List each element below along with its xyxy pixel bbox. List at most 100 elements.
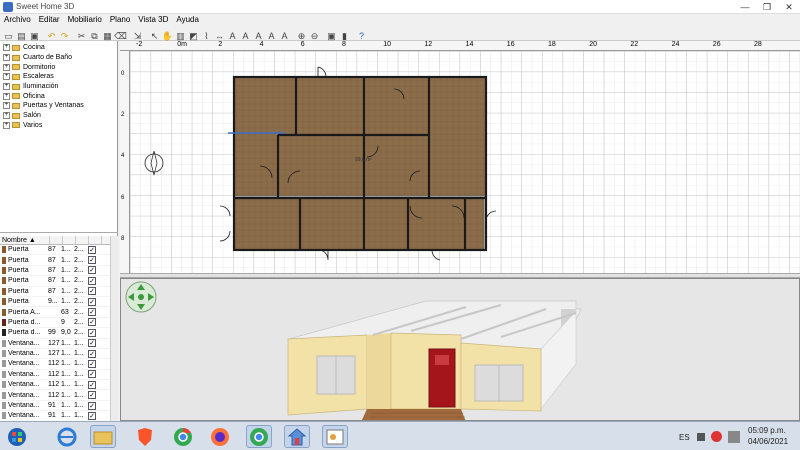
- file-explorer-icon[interactable]: [90, 425, 116, 448]
- minimize-button[interactable]: —: [734, 0, 756, 14]
- folder-icon: [12, 73, 20, 80]
- furniture-row[interactable]: Puerta A... 63 2... ✓: [0, 307, 118, 318]
- navigation-arrows-icon[interactable]: [125, 281, 157, 313]
- menu-vista-3d[interactable]: Vista 3D: [134, 14, 172, 24]
- internet-explorer-icon[interactable]: [54, 425, 80, 448]
- furniture-row[interactable]: Puerta 87 1... 2... ✓: [0, 245, 118, 256]
- column-header[interactable]: [76, 236, 89, 244]
- column-name-header[interactable]: Nombre ▲: [0, 236, 50, 244]
- furniture-row[interactable]: Puerta 87 1... 2... ✓: [0, 276, 118, 287]
- catalog-item-oficina[interactable]: + Oficina: [0, 91, 118, 101]
- visible-checkbox[interactable]: ✓: [88, 287, 96, 296]
- visible-checkbox[interactable]: ✓: [88, 256, 96, 265]
- scrollbar[interactable]: [110, 236, 118, 421]
- chrome-icon[interactable]: [170, 425, 196, 448]
- menu-mobiliario[interactable]: Mobiliario: [64, 14, 106, 24]
- menu-archivo[interactable]: Archivo: [0, 14, 35, 24]
- network-icon[interactable]: [728, 431, 740, 443]
- plan-view[interactable]: -2 0m 2 4 6 8 10 12 14 16 18 20 22 24 26 28 02468: [120, 41, 800, 273]
- window-title: Sweet Home 3D: [16, 2, 75, 11]
- furniture-cell-c2: 91: [48, 402, 56, 410]
- column-header[interactable]: [50, 236, 63, 244]
- furniture-cell-c3: 1...: [61, 360, 71, 368]
- furniture-cell-c2: 87: [48, 246, 56, 254]
- visible-checkbox[interactable]: ✓: [88, 349, 96, 358]
- visible-checkbox[interactable]: ✓: [88, 308, 96, 317]
- furniture-row[interactable]: Puerta 87 1... 2... ✓: [0, 255, 118, 266]
- furniture-row[interactable]: Ventana... 112 1... 1... ✓: [0, 380, 118, 391]
- catalog-item-cocina[interactable]: + Cocina: [0, 43, 118, 53]
- catalog-item-escaleras[interactable]: + Escaleras: [0, 72, 118, 82]
- catalog-item-bano[interactable]: + Cuarto de Baño: [0, 53, 118, 63]
- start-button[interactable]: [4, 425, 30, 448]
- visible-checkbox[interactable]: ✓: [88, 318, 96, 327]
- furniture-row[interactable]: Ventana... 112 1... 1... ✓: [0, 390, 118, 401]
- menu-bar: Archivo Editar Mobiliario Plano Vista 3D Ayud…: [0, 14, 800, 26]
- expand-icon[interactable]: +: [3, 121, 10, 129]
- brave-browser-icon[interactable]: [132, 425, 158, 448]
- visible-checkbox[interactable]: ✓: [88, 297, 96, 306]
- furniture-row[interactable]: Ventana... 127 1... 1... ✓: [0, 349, 118, 360]
- expand-icon[interactable]: +: [3, 44, 10, 52]
- visible-checkbox[interactable]: ✓: [88, 276, 96, 285]
- expand-icon[interactable]: +: [3, 54, 10, 62]
- visible-checkbox[interactable]: ✓: [88, 391, 96, 400]
- furniture-row[interactable]: Ventana... 112 1... 1... ✓: [0, 359, 118, 370]
- tray-arrow-icon[interactable]: [697, 433, 705, 441]
- menu-ayuda[interactable]: Ayuda: [172, 14, 203, 24]
- furniture-row[interactable]: Puerta d... 99 9,0 2... ✓: [0, 328, 118, 339]
- furniture-cell-c2: 112: [48, 370, 60, 378]
- house-plan[interactable]: 99,6 m²: [219, 66, 497, 261]
- visible-checkbox[interactable]: ✓: [88, 245, 96, 254]
- menu-plano[interactable]: Plano: [106, 14, 134, 24]
- furniture-row[interactable]: Puerta 9... 1... 2... ✓: [0, 297, 118, 308]
- paint-icon[interactable]: [322, 425, 348, 448]
- visible-checkbox[interactable]: ✓: [88, 380, 96, 389]
- visible-checkbox[interactable]: ✓: [88, 339, 96, 348]
- catalog-item-iluminacion[interactable]: + Iluminación: [0, 82, 118, 92]
- furniture-row[interactable]: Puerta d... 9 2... ✓: [0, 318, 118, 329]
- furniture-row[interactable]: Ventana... 127 1... 1... ✓: [0, 339, 118, 349]
- expand-icon[interactable]: +: [3, 73, 10, 81]
- furniture-row[interactable]: Puerta 87 1... 2... ✓: [0, 266, 118, 277]
- menu-editar[interactable]: Editar: [35, 14, 64, 24]
- visible-checkbox[interactable]: ✓: [88, 266, 96, 275]
- catalog-item-puertas-ventanas[interactable]: + Puertas y Ventanas: [0, 101, 118, 111]
- clock-date[interactable]: 04/06/2021: [748, 437, 788, 446]
- furniture-cell-c3: 9,0: [61, 329, 71, 337]
- furniture-row[interactable]: Ventana... 112 1... 1... ✓: [0, 370, 118, 381]
- chrome-window-icon[interactable]: [246, 425, 272, 448]
- 3d-view[interactable]: [120, 278, 800, 421]
- furniture-cell-c4: 2...: [74, 318, 84, 326]
- furniture-type-icon: [2, 266, 6, 274]
- column-header[interactable]: [89, 236, 102, 244]
- visible-checkbox[interactable]: ✓: [88, 411, 96, 420]
- expand-icon[interactable]: +: [3, 112, 10, 120]
- visible-checkbox[interactable]: ✓: [88, 401, 96, 410]
- catalog-item-varios[interactable]: + Varios: [0, 121, 118, 131]
- visible-checkbox[interactable]: ✓: [88, 359, 96, 368]
- antivirus-icon[interactable]: [711, 431, 722, 442]
- close-button[interactable]: ✕: [778, 0, 800, 14]
- furniture-cell-c2: 112: [48, 381, 60, 389]
- catalog-item-salon[interactable]: + Salón: [0, 111, 118, 121]
- expand-icon[interactable]: +: [3, 102, 10, 110]
- firefox-icon[interactable]: [207, 425, 233, 448]
- expand-icon[interactable]: +: [3, 83, 10, 91]
- restore-button[interactable]: ❐: [756, 0, 778, 14]
- furniture-row[interactable]: Ventana... 91 1... 1... ✓: [0, 401, 118, 412]
- catalog-item-dormitorio[interactable]: + Dormitorio: [0, 62, 118, 72]
- clock-time[interactable]: 05:09 p.m.: [748, 426, 786, 435]
- sweet-home-3d-icon[interactable]: [284, 425, 310, 448]
- furniture-cell-c2: 127: [48, 339, 60, 347]
- expand-icon[interactable]: +: [3, 92, 10, 100]
- column-header[interactable]: [63, 236, 76, 244]
- furniture-row[interactable]: Puerta 87 1... 2... ✓: [0, 287, 118, 297]
- visible-checkbox[interactable]: ✓: [88, 328, 96, 337]
- plan-canvas[interactable]: 99,6 m²: [120, 41, 800, 273]
- expand-icon[interactable]: +: [3, 63, 10, 71]
- furniture-cell-c3: 1...: [61, 256, 71, 264]
- visible-checkbox[interactable]: ✓: [88, 370, 96, 379]
- language-indicator[interactable]: ES: [679, 433, 690, 442]
- furniture-type-icon: [2, 277, 6, 285]
